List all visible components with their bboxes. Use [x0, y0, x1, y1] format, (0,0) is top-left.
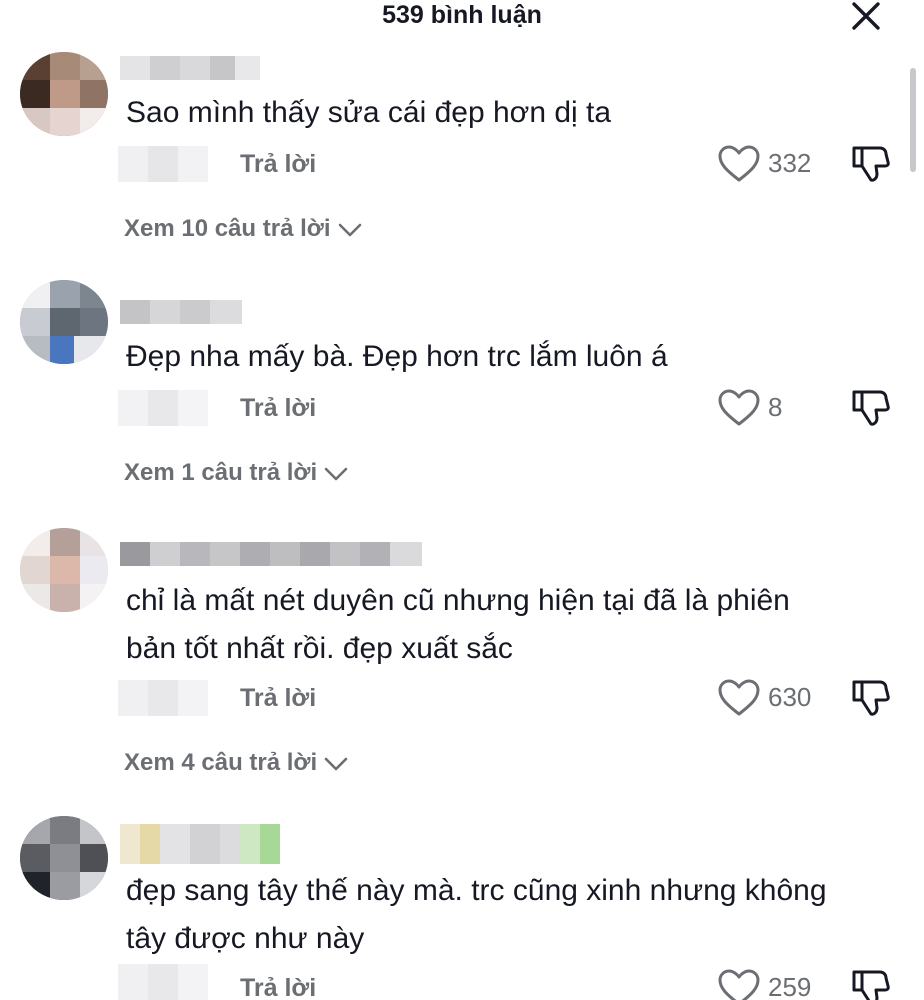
avatar[interactable]	[20, 528, 108, 612]
comment-count-title: 539 bình luận	[382, 1, 542, 29]
thumbs-down-icon	[852, 146, 890, 182]
dislike-button[interactable]	[850, 968, 892, 1000]
view-replies-label: Xem 4 câu trả lời	[124, 749, 318, 776]
thumbs-down-icon	[852, 680, 890, 716]
chevron-down-icon	[338, 223, 361, 236]
comment-text: đẹp sang tây thế này mà. trc cũng xinh n…	[126, 874, 827, 955]
like-button[interactable]: 8	[716, 388, 806, 428]
avatar[interactable]	[20, 52, 108, 136]
like-button[interactable]: 332	[716, 144, 826, 184]
dislike-button[interactable]	[850, 678, 892, 718]
view-replies-button[interactable]: Xem 1 câu trả lời	[124, 459, 349, 487]
timestamp-blurred	[118, 964, 208, 1000]
reply-button[interactable]: Trả lời	[240, 684, 316, 713]
username-blurred[interactable]	[120, 300, 242, 324]
heart-icon	[718, 969, 760, 1000]
comments-header: 539 bình luận	[0, 0, 924, 40]
timestamp-blurred	[118, 680, 208, 716]
username-blurred[interactable]	[120, 542, 422, 566]
like-count: 630	[768, 682, 812, 712]
like-count: 259	[768, 972, 812, 1000]
comment-item: Sao mình thấy sửa cái đẹp hơn dị ta Trả …	[0, 52, 924, 252]
view-replies-label: Xem 1 câu trả lời	[124, 459, 318, 486]
chevron-down-icon	[324, 757, 348, 770]
thumbs-down-icon	[852, 970, 890, 1000]
like-count: 8	[768, 392, 783, 422]
timestamp-blurred	[118, 146, 208, 182]
comment-item: đẹp sang tây thế này mà. trc cũng xinh n…	[0, 816, 924, 1000]
reply-button[interactable]: Trả lời	[240, 150, 316, 179]
heart-icon	[718, 389, 760, 426]
like-button[interactable]: 630	[716, 678, 826, 718]
view-replies-label: Xem 10 câu trả lời	[124, 215, 331, 242]
avatar[interactable]	[20, 816, 108, 900]
close-icon	[852, 2, 880, 30]
like-button[interactable]: 259	[716, 968, 826, 1000]
comment-text: Sao mình thấy sửa cái đẹp hơn dị ta	[126, 96, 612, 129]
comment-item: chỉ là mất nét duyên cũ nhưng hiện tại đ…	[0, 528, 924, 778]
dislike-button[interactable]	[850, 388, 892, 428]
username-blurred[interactable]	[120, 56, 260, 80]
view-replies-button[interactable]: Xem 10 câu trả lời	[124, 215, 363, 243]
reply-button[interactable]: Trả lời	[240, 394, 316, 423]
thumbs-down-icon	[852, 390, 890, 426]
chevron-down-icon	[324, 467, 348, 480]
avatar[interactable]	[20, 280, 108, 364]
comment-text: Đẹp nha mấy bà. Đẹp hơn trc lắm luôn á	[126, 340, 668, 373]
comment-item: Đẹp nha mấy bà. Đẹp hơn trc lắm luôn á T…	[0, 280, 924, 490]
like-count: 332	[768, 148, 812, 178]
heart-icon	[718, 145, 760, 182]
view-replies-button[interactable]: Xem 4 câu trả lời	[124, 749, 349, 777]
heart-icon	[718, 679, 760, 716]
close-button[interactable]	[848, 0, 884, 32]
reply-button[interactable]: Trả lời	[240, 974, 316, 1000]
username-blurred[interactable]	[120, 824, 280, 864]
comment-text: chỉ là mất nét duyên cũ nhưng hiện tại đ…	[126, 584, 790, 665]
timestamp-blurred	[118, 390, 208, 426]
dislike-button[interactable]	[850, 144, 892, 184]
